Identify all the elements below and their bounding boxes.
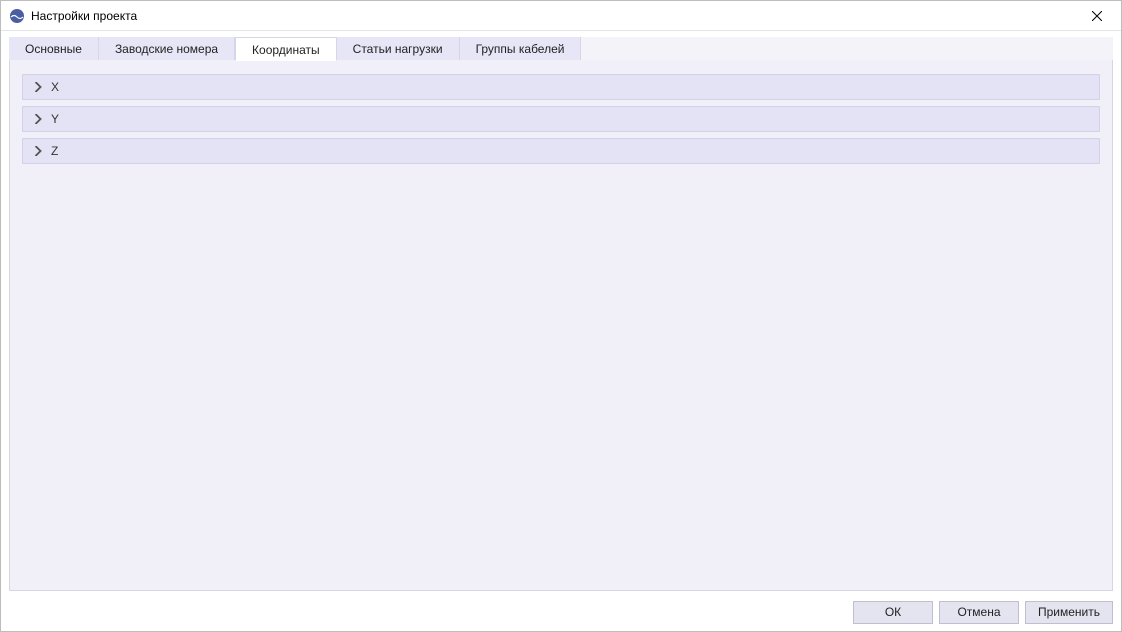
tab-load-types[interactable]: Статьи нагрузки <box>337 37 460 61</box>
close-button[interactable] <box>1077 2 1117 30</box>
ok-button[interactable]: ОК <box>853 601 933 624</box>
tab-cable-groups[interactable]: Группы кабелей <box>460 37 582 61</box>
accordion-row-z[interactable]: Z <box>22 138 1100 164</box>
project-settings-dialog: Настройки проекта Основные Заводские ном… <box>0 0 1122 632</box>
app-icon <box>9 8 25 24</box>
chevron-right-icon <box>33 82 43 92</box>
chevron-right-icon <box>33 146 43 156</box>
tab-content-coordinates: X Y Z <box>9 60 1113 591</box>
window-title: Настройки проекта <box>31 9 1077 23</box>
accordion-label: Z <box>51 144 58 158</box>
tab-coordinates[interactable]: Координаты <box>235 37 337 61</box>
tab-basic[interactable]: Основные <box>9 37 99 61</box>
dialog-body: Основные Заводские номера Координаты Ста… <box>1 31 1121 597</box>
cancel-button[interactable]: Отмена <box>939 601 1019 624</box>
chevron-right-icon <box>33 114 43 124</box>
accordion-row-y[interactable]: Y <box>22 106 1100 132</box>
accordion-label: X <box>51 80 59 94</box>
apply-button[interactable]: Применить <box>1025 601 1113 624</box>
titlebar: Настройки проекта <box>1 1 1121 31</box>
tabstrip: Основные Заводские номера Координаты Ста… <box>9 37 1113 61</box>
tabstrip-filler <box>581 37 1113 61</box>
accordion-label: Y <box>51 112 59 126</box>
dialog-footer: ОК Отмена Применить <box>1 597 1121 631</box>
tab-serial-numbers[interactable]: Заводские номера <box>99 37 235 61</box>
close-icon <box>1092 11 1102 21</box>
accordion-row-x[interactable]: X <box>22 74 1100 100</box>
